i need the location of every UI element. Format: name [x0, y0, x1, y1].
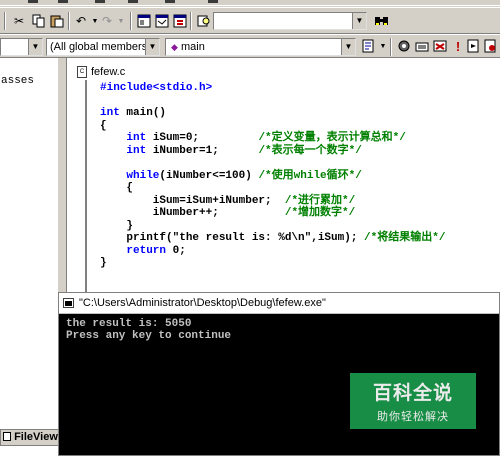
- code-text[interactable]: #include<stdio.h>​int main(){ int iSum=0…: [100, 82, 445, 270]
- build-icon[interactable]: [413, 37, 431, 55]
- toolbar-separator: [68, 12, 70, 30]
- menu-fragment: [128, 0, 138, 3]
- code-line[interactable]: iNumber++; /*增加数字*/: [100, 207, 445, 220]
- code-line[interactable]: int iNumber=1; /*表示每一个数字*/: [100, 145, 445, 158]
- function-combo[interactable]: ◆ main ▼: [165, 38, 356, 56]
- copy-icon[interactable]: [30, 12, 48, 30]
- standard-toolbar: ✂ ↶ ▼ ↷ ▼ ▼: [0, 7, 500, 34]
- find-in-files-icon[interactable]: [195, 12, 213, 30]
- console-output-line: the result is: 5050: [66, 318, 192, 330]
- code-line[interactable]: printf("the result is: %d\n",iSum); /*将结…: [100, 232, 445, 245]
- code-line[interactable]: int iSum=0; /*定义变量，表示计算总和*/: [100, 132, 445, 145]
- code-line[interactable]: {: [100, 182, 445, 195]
- code-line[interactable]: iSum=iSum+iNumber; /*进行累加*/: [100, 195, 445, 208]
- menu-fragment: [208, 0, 218, 3]
- code-line[interactable]: ​: [100, 95, 445, 108]
- wizard-bar-toolbar: ▼ (All global members ▼ ◆ main ▼ ▼ !: [0, 34, 500, 58]
- toolbar-separator: [190, 12, 192, 30]
- chevron-down-icon[interactable]: ▼: [145, 39, 159, 55]
- menu-fragment: [95, 0, 105, 3]
- watermark-subtitle: 助你轻松解决: [377, 410, 449, 423]
- compile-icon[interactable]: [395, 37, 413, 55]
- toolbar-separator: [4, 12, 6, 30]
- stop-build-icon[interactable]: [431, 37, 449, 55]
- find-icon[interactable]: [373, 12, 391, 30]
- menu-fragment: [58, 0, 68, 3]
- function-combo-value: main: [180, 41, 205, 53]
- menu-fragment: [165, 0, 175, 3]
- menu-fragment: [28, 0, 38, 3]
- window-list-icon[interactable]: [171, 12, 189, 30]
- code-line[interactable]: return 0;: [100, 245, 445, 258]
- editor-tab-label: fefew.c: [91, 65, 126, 78]
- workspace-panel: asses: [0, 58, 65, 456]
- paste-icon[interactable]: [48, 12, 66, 30]
- console-output-line: Press any key to continue: [66, 330, 232, 342]
- watermark-logo: 百科全说 助你轻松解决: [350, 373, 476, 429]
- toolbar-separator: [130, 12, 132, 30]
- editor-gutter-line: [85, 80, 87, 320]
- code-line[interactable]: }: [100, 257, 445, 270]
- code-line[interactable]: int main(): [100, 107, 445, 120]
- fileview-tab-icon: [3, 432, 11, 441]
- function-icon: ◆: [171, 42, 178, 52]
- workspace-icon[interactable]: [135, 12, 153, 30]
- console-app-icon: [63, 298, 74, 308]
- console-title: "C:\Users\Administrator\Desktop\Debug\fe…: [79, 297, 326, 309]
- code-line[interactable]: #include<stdio.h>: [100, 82, 445, 95]
- search-combo[interactable]: ▼: [213, 12, 367, 30]
- chevron-down-icon[interactable]: ▼: [341, 39, 355, 55]
- code-line[interactable]: }: [100, 220, 445, 233]
- chevron-down-icon[interactable]: ▼: [352, 13, 366, 29]
- tab-fileview-label: FileView: [14, 431, 58, 443]
- class-tree-item[interactable]: asses: [1, 75, 34, 87]
- insert-breakpoint-icon[interactable]: [482, 37, 500, 55]
- c-file-icon: C: [77, 65, 87, 78]
- code-line[interactable]: {: [100, 120, 445, 133]
- editor-tab[interactable]: C fefew.c: [77, 63, 125, 80]
- menu-bar: [0, 0, 500, 6]
- go-icon[interactable]: [465, 37, 483, 55]
- members-filter-combo[interactable]: (All global members ▼: [46, 38, 160, 56]
- tab-fileview[interactable]: FileView: [0, 429, 60, 446]
- chevron-down-icon[interactable]: ▼: [28, 39, 42, 55]
- class-combo[interactable]: ▼: [0, 38, 43, 56]
- members-filter-value: (All global members: [50, 41, 148, 53]
- toolbar-separator: [390, 38, 392, 56]
- code-line[interactable]: while(iNumber<=100) /*使用while循环*/: [100, 170, 445, 183]
- console-titlebar[interactable]: "C:\Users\Administrator\Desktop\Debug\fe…: [59, 293, 499, 314]
- redo-dropdown-icon[interactable]: ▼: [112, 12, 130, 30]
- console-output: the result is: 5050 Press any key to con…: [66, 318, 231, 342]
- watermark-title: 百科全说: [372, 382, 453, 404]
- cut-icon[interactable]: ✂: [10, 12, 28, 30]
- output-icon[interactable]: [153, 12, 171, 30]
- code-line[interactable]: ​: [100, 157, 445, 170]
